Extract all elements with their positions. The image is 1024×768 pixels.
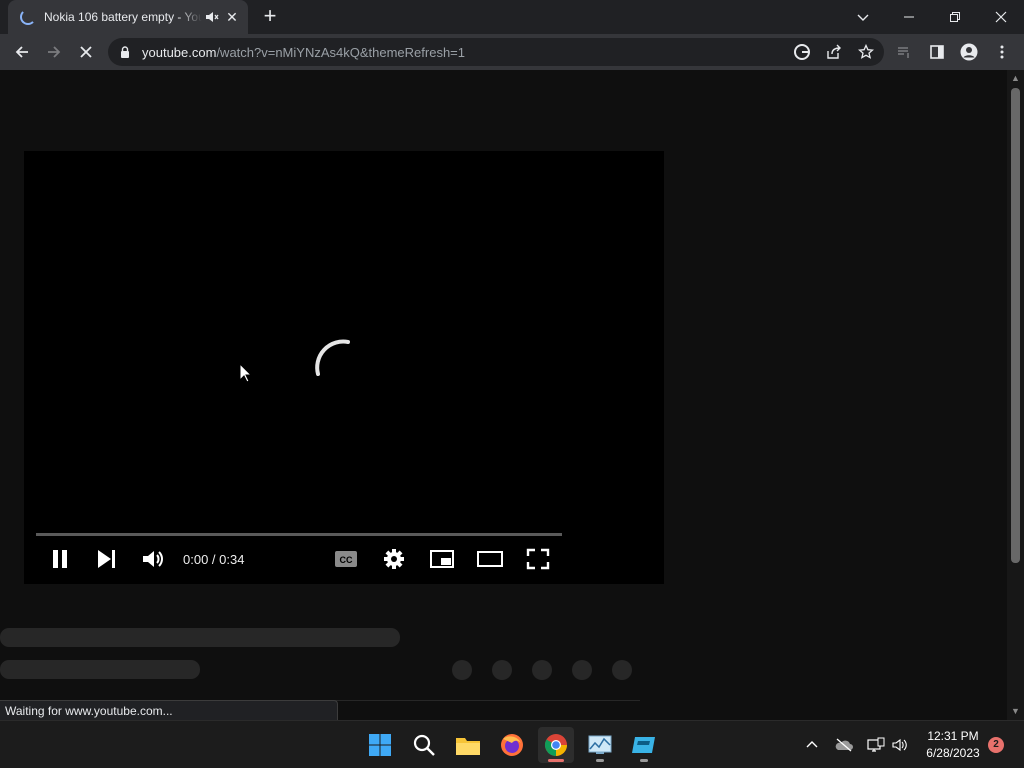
google-lens-icon[interactable] bbox=[790, 40, 814, 64]
resource-monitor-icon[interactable] bbox=[582, 727, 618, 763]
chrome-icon[interactable] bbox=[538, 727, 574, 763]
mouse-cursor-icon bbox=[239, 363, 253, 383]
running-indicator bbox=[596, 759, 604, 762]
media-controls-icon[interactable] bbox=[892, 40, 916, 64]
windows-start-icon[interactable] bbox=[362, 727, 398, 763]
show-hidden-icons-chevron-icon[interactable] bbox=[802, 735, 822, 755]
status-bubble: Waiting for www.youtube.com... bbox=[0, 700, 338, 720]
vertical-scrollbar[interactable]: ▲ ▼ bbox=[1007, 70, 1024, 720]
url-path: /watch?v=nMiYNzAs4kQ&themeRefresh=1 bbox=[216, 45, 465, 60]
profile-avatar-icon[interactable] bbox=[957, 40, 981, 64]
scroll-down-arrow-icon[interactable]: ▼ bbox=[1007, 703, 1024, 720]
bookmark-star-icon[interactable] bbox=[854, 40, 878, 64]
pause-button[interactable] bbox=[46, 547, 74, 571]
app-icon[interactable] bbox=[626, 727, 662, 763]
close-window-icon[interactable] bbox=[978, 0, 1024, 34]
progress-bar[interactable] bbox=[36, 533, 562, 536]
url-text[interactable]: youtube.com/watch?v=nMiYNzAs4kQ&themeRef… bbox=[142, 45, 465, 60]
file-explorer-icon[interactable] bbox=[450, 727, 486, 763]
next-button[interactable] bbox=[92, 547, 120, 571]
time-display: 0:00 / 0:34 bbox=[183, 552, 245, 567]
onedrive-offline-icon[interactable] bbox=[834, 735, 854, 755]
new-tab-button[interactable]: + bbox=[258, 5, 282, 29]
theater-mode-button[interactable] bbox=[476, 547, 504, 571]
tab-title: Nokia 106 battery empty - YouTube bbox=[44, 10, 202, 24]
settings-gear-button[interactable] bbox=[380, 547, 408, 571]
speaker-mute-icon[interactable] bbox=[204, 9, 220, 25]
notification-badge[interactable]: 2 bbox=[988, 737, 1004, 753]
status-text: Waiting for www.youtube.com... bbox=[5, 704, 173, 718]
minimize-icon[interactable] bbox=[886, 0, 932, 34]
video-player[interactable]: 0:00 / 0:34 CC bbox=[24, 151, 664, 584]
back-icon[interactable] bbox=[10, 40, 34, 64]
forward-icon[interactable] bbox=[42, 40, 66, 64]
channel-placeholder bbox=[0, 660, 200, 679]
address-bar[interactable]: youtube.com/watch?v=nMiYNzAs4kQ&themeRef… bbox=[108, 38, 884, 66]
restore-icon[interactable] bbox=[932, 0, 978, 34]
close-tab-icon[interactable]: ✕ bbox=[224, 9, 240, 25]
tab-search-dropdown-icon[interactable] bbox=[840, 0, 886, 34]
captions-button[interactable]: CC bbox=[332, 547, 360, 571]
browser-tab-active[interactable]: Nokia 106 battery empty - YouTube ✕ bbox=[8, 0, 248, 34]
action-placeholder bbox=[612, 660, 632, 680]
running-indicator bbox=[548, 759, 564, 762]
scroll-up-arrow-icon[interactable]: ▲ bbox=[1007, 70, 1024, 87]
page-content: 0:00 / 0:34 CC bbox=[0, 70, 1007, 720]
stop-loading-icon[interactable] bbox=[74, 40, 98, 64]
scroll-thumb[interactable] bbox=[1011, 88, 1020, 563]
windows-taskbar: 12:31 PM 6/28/2023 2 bbox=[0, 720, 1024, 768]
side-panel-icon[interactable] bbox=[925, 40, 949, 64]
search-icon[interactable] bbox=[406, 727, 442, 763]
volume-icon[interactable] bbox=[890, 735, 910, 755]
browser-toolbar: youtube.com/watch?v=nMiYNzAs4kQ&themeRef… bbox=[0, 34, 1024, 70]
lock-icon[interactable] bbox=[118, 45, 132, 59]
action-placeholder bbox=[532, 660, 552, 680]
network-icon[interactable] bbox=[866, 735, 886, 755]
svg-text:CC: CC bbox=[340, 555, 353, 565]
action-placeholder bbox=[572, 660, 592, 680]
clock-date[interactable]: 6/28/2023 bbox=[920, 746, 986, 760]
clock-time[interactable]: 12:31 PM bbox=[920, 729, 986, 743]
loading-spinner-icon bbox=[20, 9, 36, 25]
action-placeholder bbox=[452, 660, 472, 680]
url-host: youtube.com bbox=[142, 45, 217, 60]
fullscreen-button[interactable] bbox=[524, 547, 552, 571]
share-icon[interactable] bbox=[822, 40, 846, 64]
chrome-menu-icon[interactable] bbox=[990, 40, 1014, 64]
running-indicator bbox=[640, 759, 648, 762]
buffering-spinner-icon bbox=[315, 339, 350, 376]
action-placeholder bbox=[492, 660, 512, 680]
tab-strip: Nokia 106 battery empty - YouTube ✕ + bbox=[0, 0, 1024, 34]
firefox-icon[interactable] bbox=[494, 727, 530, 763]
volume-button[interactable] bbox=[139, 547, 167, 571]
miniplayer-button[interactable] bbox=[428, 547, 456, 571]
title-placeholder bbox=[0, 628, 400, 647]
